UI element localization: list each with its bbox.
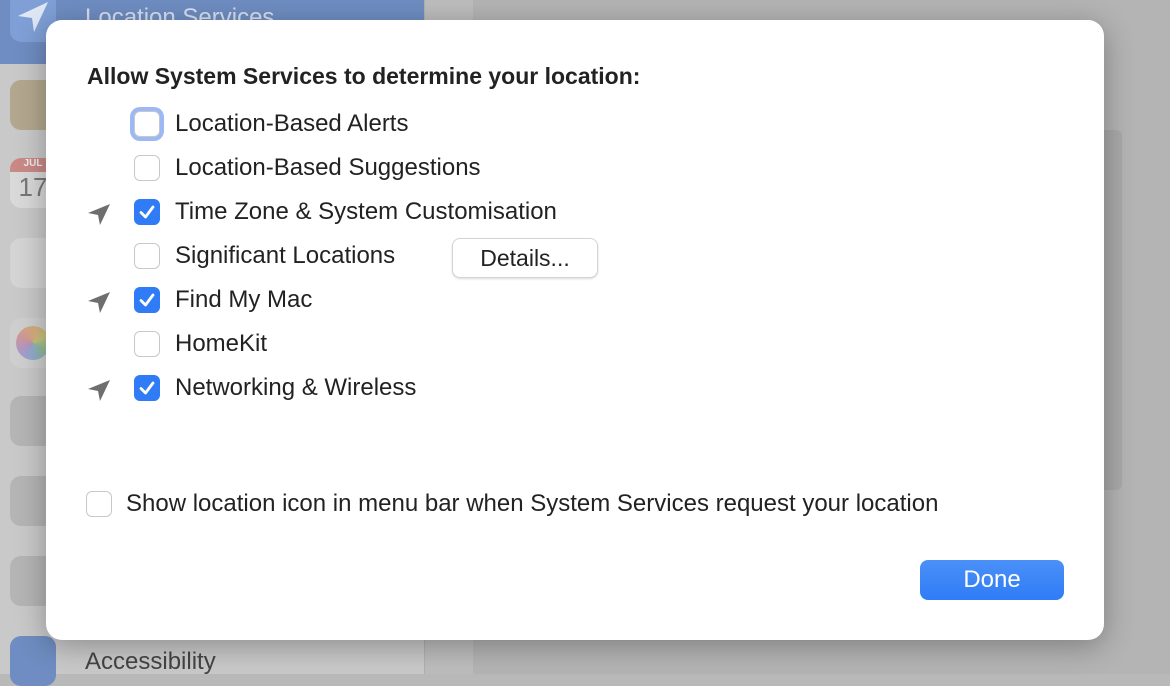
system-services-dialog: Allow System Services to determine your … bbox=[46, 20, 1104, 640]
service-label: Location-Based Alerts bbox=[175, 110, 409, 137]
location-arrow-icon bbox=[86, 378, 112, 402]
service-row[interactable]: Networking & Wireless bbox=[46, 373, 746, 405]
sidebar-item-accessibility[interactable]: Accessibility bbox=[85, 648, 216, 676]
service-row[interactable]: Time Zone & System Customisation bbox=[46, 197, 746, 229]
service-checkbox[interactable] bbox=[134, 111, 160, 137]
accessibility-icon bbox=[10, 636, 56, 686]
service-checkbox[interactable] bbox=[134, 287, 160, 313]
service-row[interactable]: Location-Based Suggestions bbox=[46, 153, 746, 185]
service-checkbox[interactable] bbox=[134, 243, 160, 269]
service-checkbox[interactable] bbox=[134, 375, 160, 401]
details-button[interactable]: Details... bbox=[452, 238, 598, 278]
service-checkbox[interactable] bbox=[134, 199, 160, 225]
dialog-title: Allow System Services to determine your … bbox=[87, 63, 641, 89]
service-label: Significant Locations bbox=[175, 242, 396, 269]
service-row[interactable]: Location-Based Alerts bbox=[46, 109, 746, 141]
service-row[interactable]: Significant Locations bbox=[46, 241, 746, 273]
service-label: Find My Mac bbox=[175, 286, 313, 313]
service-label: Time Zone & System Customisation bbox=[175, 198, 557, 225]
menu-bar-option[interactable]: Show location icon in menu bar when Syst… bbox=[46, 489, 1046, 521]
service-row[interactable]: Find My Mac bbox=[46, 285, 746, 317]
service-checkbox[interactable] bbox=[134, 331, 160, 357]
service-label: HomeKit bbox=[175, 330, 268, 357]
service-label: Location-Based Suggestions bbox=[175, 154, 481, 181]
service-row[interactable]: HomeKit bbox=[46, 329, 746, 361]
menu-bar-option-label: Show location icon in menu bar when Syst… bbox=[126, 490, 939, 517]
location-arrow-icon bbox=[86, 290, 112, 314]
service-checkbox[interactable] bbox=[134, 155, 160, 181]
menu-bar-option-checkbox[interactable] bbox=[86, 491, 112, 517]
service-label: Networking & Wireless bbox=[175, 374, 417, 401]
location-arrow-icon bbox=[86, 202, 112, 226]
done-button[interactable]: Done bbox=[920, 560, 1064, 600]
